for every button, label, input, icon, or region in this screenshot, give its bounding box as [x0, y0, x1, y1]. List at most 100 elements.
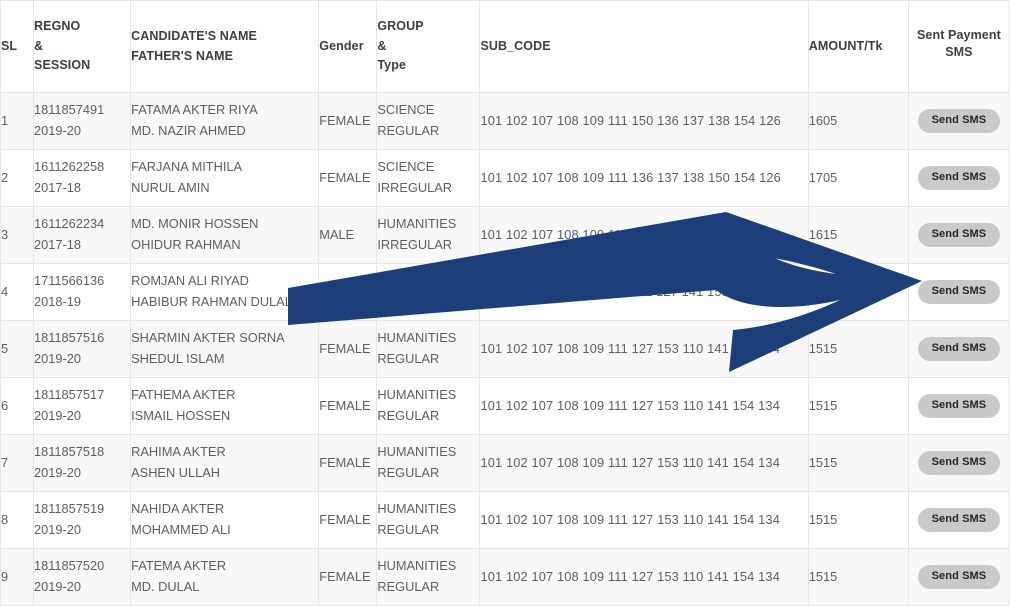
cell-candidate-father-name: SHARMIN AKTER SORNA SHEDUL ISLAM [130, 320, 320, 378]
header-line: GROUP [377, 19, 424, 34]
cell-group-type: HUMANITIES REGULAR [376, 434, 481, 492]
cell-sub-code: 101 102 107 108 109 111 127 153 110 141 … [479, 491, 809, 549]
column-header-amount: AMOUNT/Tk [807, 0, 909, 93]
cell-candidate-father-name: FATEMA AKTER MD. DULAL [130, 548, 320, 606]
cell-sl: 1 [0, 92, 35, 150]
cell-candidate-father-name: ROMJAN ALI RIYAD HABIBUR RAHMAN DULAL [130, 263, 320, 321]
header-line: AMOUNT/Tk [808, 38, 883, 53]
amount-value: 1515 [808, 340, 838, 356]
cell-candidate-father-name: NAHIDA AKTER MOHAMMED ALI [130, 491, 320, 549]
group-value: SCIENCE [377, 102, 435, 118]
cell-send-sms: Send SMS [907, 320, 1010, 378]
cell-group-type: SCIENCE IRREGULAR [376, 149, 481, 207]
sub-code-value: 101 102 107 108 109 111 127 153 110 141 … [480, 340, 780, 356]
send-sms-button[interactable]: Send SMS [917, 337, 1001, 361]
regno-value: 1811857491 [34, 102, 105, 118]
send-sms-button[interactable]: Send SMS [917, 508, 1001, 532]
screenshot-stage: SL REGNO & SESSION CANDIDATE'S NAME FATH… [0, 0, 1010, 606]
send-sms-button[interactable]: Send SMS [917, 451, 1001, 475]
cell-send-sms: Send SMS [907, 206, 1010, 264]
cell-regno-session: 1811857491 2019-20 [33, 92, 132, 150]
table-row: 2 1611262258 2017-18 FARJANA MITHILA NURUL A… [0, 149, 1010, 207]
candidates-payment-table: SL REGNO & SESSION CANDIDATE'S NAME FATH… [0, 0, 1010, 606]
column-header-regno-session: REGNO & SESSION [33, 0, 132, 93]
cell-amount: 1705 [807, 149, 909, 207]
table-row: 6 1811857517 2019-20 FATHEMA AKTER ISMAIL HO… [0, 377, 1010, 435]
session-value: 2018-19 [34, 294, 81, 309]
amount-value: 1515 [808, 397, 838, 413]
table-row: 5 1811857516 2019-20 SHARMIN AKTER SORNA SHE… [0, 320, 1010, 378]
cell-regno-session: 1811857517 2019-20 [33, 377, 132, 435]
cell-regno-session: 1811857516 2019-20 [33, 320, 132, 378]
type-value: REGULAR [377, 123, 440, 138]
cell-send-sms: Send SMS [907, 434, 1010, 492]
cell-amount: 1615 [807, 206, 909, 264]
sub-code-value: 101 102 107 108 109 111 136 137 138 150 … [480, 169, 781, 185]
cell-regno-session: 1611262258 2017-18 [33, 149, 132, 207]
table-row: 9 1811857520 2019-20 FATEMA AKTER MD. DULAL F… [0, 548, 1010, 606]
header-line: CANDIDATE'S NAME [131, 29, 257, 44]
amount-value: 1515 [808, 568, 838, 584]
session-value: 2019-20 [34, 408, 81, 423]
candidate-name-value: FATHEMA AKTER [131, 387, 236, 403]
table-row: 7 1811857518 2019-20 RAHIMA AKTER ASHEN ULLA… [0, 434, 1010, 492]
cell-send-sms: Send SMS [907, 92, 1010, 150]
sub-code-value: 101 102 107 108 109 110 111 127 141 153 … [480, 283, 780, 299]
type-value: IRREGULAR [377, 294, 453, 309]
group-value: HUMANITIES [377, 501, 457, 517]
type-value: REGULAR [377, 351, 440, 366]
amount-value: 1615 [808, 226, 838, 242]
cell-sl: 8 [0, 491, 35, 549]
candidate-name-value: FATAMA AKTER RIYA [131, 102, 258, 118]
cell-sl: 7 [0, 434, 35, 492]
table-row: 8 1811857519 2019-20 NAHIDA AKTER MOHAMMED A… [0, 491, 1010, 549]
group-value: HUMANITIES [377, 387, 457, 403]
father-name-value: MOHAMMED ALI [131, 522, 231, 537]
gender-value: FEMALE [319, 112, 371, 128]
cell-regno-session: 1811857518 2019-20 [33, 434, 132, 492]
cell-candidate-father-name: FATHEMA AKTER ISMAIL HOSSEN [130, 377, 320, 435]
send-sms-button[interactable]: Send SMS [917, 109, 1001, 133]
candidate-name-value: FATEMA AKTER [131, 558, 227, 574]
type-value: REGULAR [377, 465, 440, 480]
cell-gender: FEMALE [318, 149, 378, 207]
send-sms-button[interactable]: Send SMS [917, 394, 1001, 418]
send-sms-button[interactable]: Send SMS [917, 280, 1001, 304]
sl-value: 2 [1, 169, 9, 185]
cell-sl: 3 [0, 206, 35, 264]
cell-group-type: HUMANITIES REGULAR [376, 320, 481, 378]
cell-send-sms: Send SMS [907, 263, 1010, 321]
send-sms-button[interactable]: Send SMS [917, 166, 1001, 190]
header-row: SL REGNO & SESSION CANDIDATE'S NAME FATH… [0, 0, 1010, 93]
amount-value: 1515 [808, 511, 838, 527]
table-row: 3 1611262234 2017-18 MD. MONIR HOSSEN OHIDUR… [0, 206, 1010, 264]
regno-value: 1811857518 [34, 444, 105, 460]
session-value: 2019-20 [34, 522, 81, 537]
type-value: REGULAR [377, 408, 440, 423]
father-name-value: ISMAIL HOSSEN [131, 408, 231, 423]
header-line: & [377, 38, 387, 53]
sub-code-value: 101 102 107 108 109 111 150 136 137 138 … [480, 112, 781, 128]
gender-value: MALE [319, 283, 355, 299]
cell-candidate-father-name: MD. MONIR HOSSEN OHIDUR RAHMAN [130, 206, 320, 264]
send-sms-button[interactable]: Send SMS [917, 223, 1001, 247]
candidate-name-value: SHARMIN AKTER SORNA [131, 330, 285, 346]
cell-group-type: HUMANITIES REGULAR [376, 377, 481, 435]
send-sms-button[interactable]: Send SMS [917, 565, 1001, 589]
gender-value: FEMALE [319, 169, 371, 185]
column-header-sent-payment-sms: Sent Payment SMS [907, 0, 1010, 93]
regno-value: 1811857519 [34, 501, 105, 517]
gender-value: FEMALE [319, 511, 371, 527]
cell-sub-code: 101 102 107 108 109 111 127 153 110 141 … [479, 320, 809, 378]
group-value: HUMANITIES [377, 216, 457, 232]
gender-value: FEMALE [319, 454, 371, 470]
column-header-sub-code: SUB_CODE [479, 0, 809, 93]
candidate-name-value: FARJANA MITHILA [131, 159, 243, 175]
type-value: IRREGULAR [377, 180, 453, 195]
father-name-value: MD. DULAL [131, 579, 200, 594]
cell-candidate-father-name: RAHIMA AKTER ASHEN ULLAH [130, 434, 320, 492]
cell-send-sms: Send SMS [907, 149, 1010, 207]
sub-code-value: 101 102 107 108 109 111 153 110 140 127 … [480, 226, 780, 242]
sub-code-value: 101 102 107 108 109 111 127 153 110 141 … [480, 397, 780, 413]
regno-value: 1811857517 [34, 387, 105, 403]
